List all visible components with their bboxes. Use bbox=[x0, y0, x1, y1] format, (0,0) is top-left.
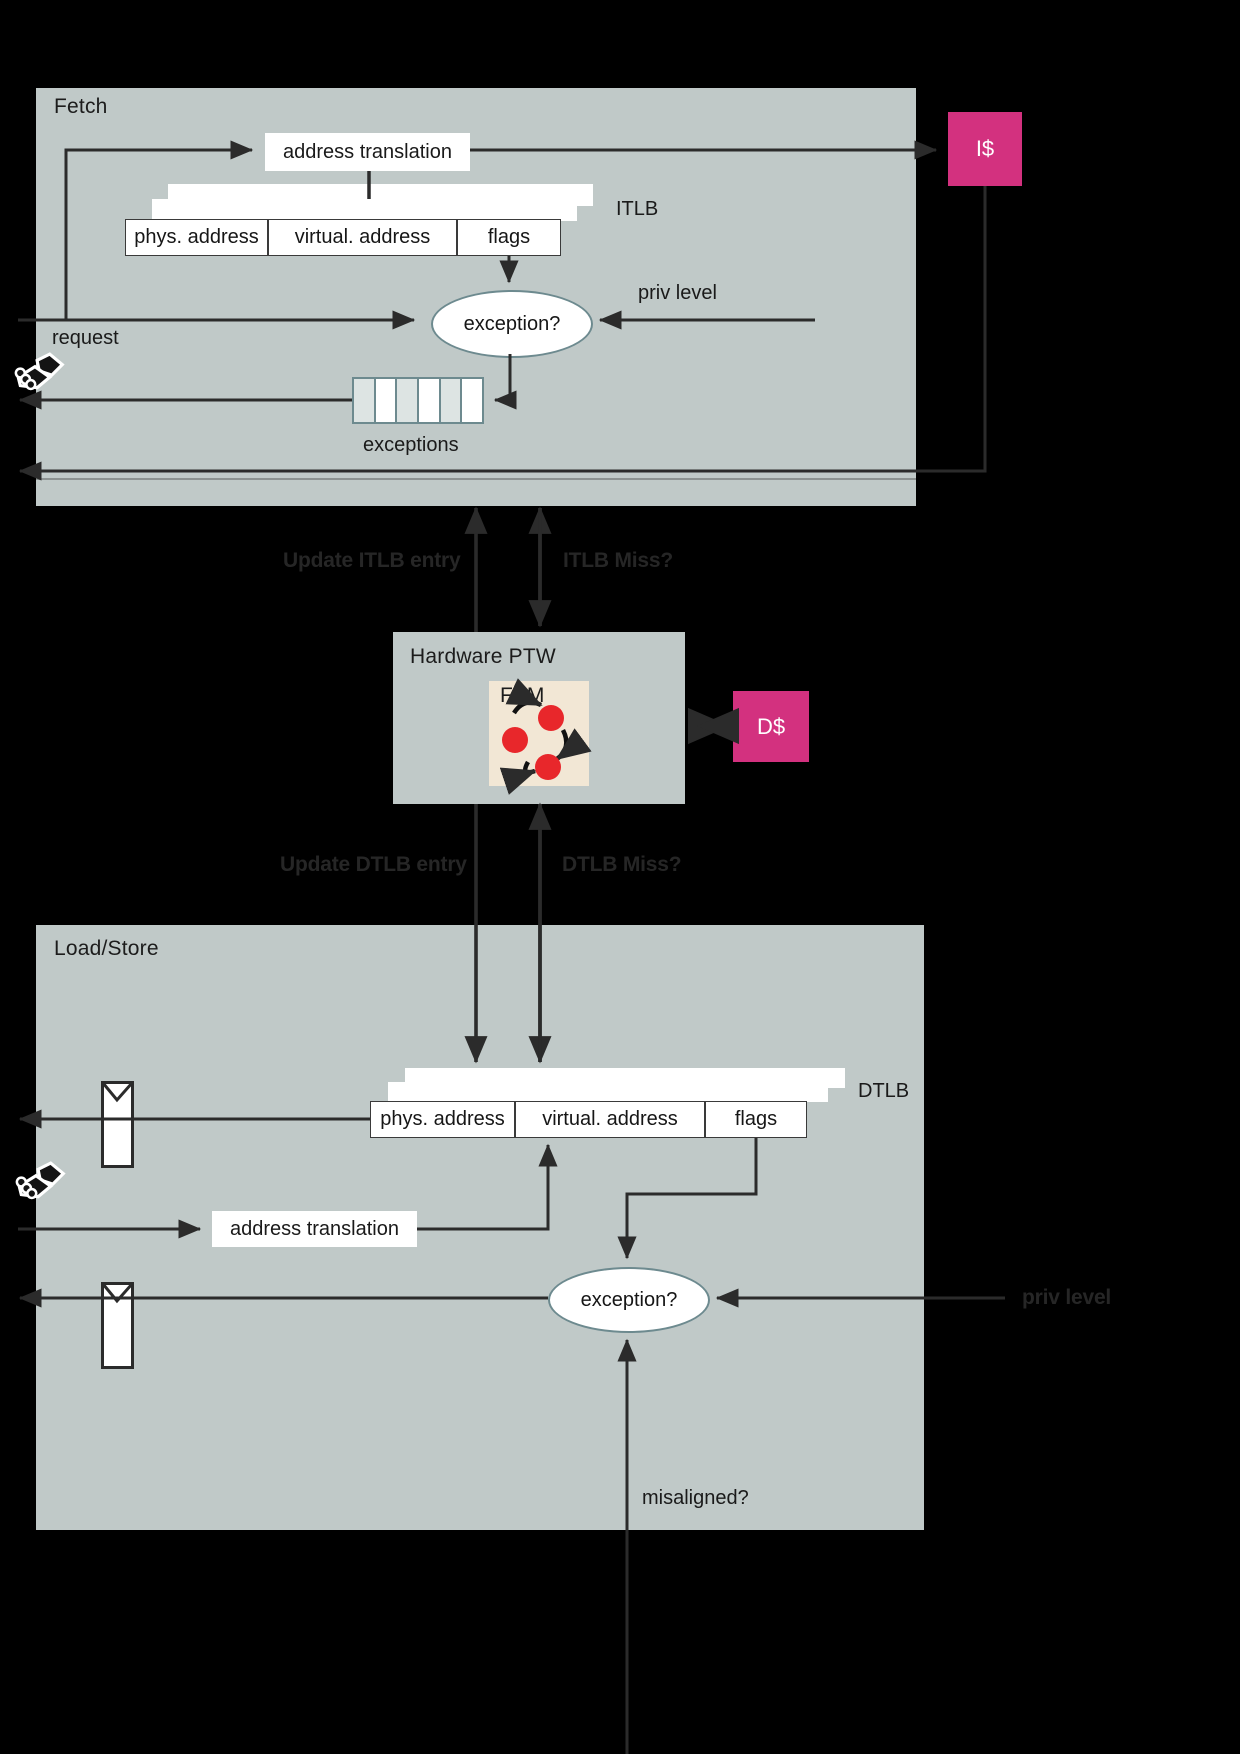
fetch-bottom-bus-divider bbox=[36, 478, 916, 480]
update-dtlb-entry-label: Update DTLB entry bbox=[280, 853, 467, 876]
exception-queue-cell bbox=[440, 379, 463, 422]
fetch-panel-title: Fetch bbox=[54, 95, 108, 118]
fetch-exceptions-queue bbox=[352, 377, 484, 424]
dtlb-miss-label: DTLB Miss? bbox=[562, 853, 682, 876]
loadstore-priv-level-label: priv level bbox=[1022, 1286, 1112, 1309]
loadstore-register-lower bbox=[101, 1282, 134, 1369]
loadstore-address-translation-box: address translation bbox=[212, 1211, 417, 1247]
exception-queue-cell bbox=[397, 379, 420, 422]
dtlb-sheet-mid bbox=[388, 1082, 828, 1102]
dtlb-label: DTLB bbox=[858, 1080, 910, 1102]
exception-queue-cell bbox=[376, 379, 398, 422]
dtlb-field-virtual-address: virtual. address bbox=[515, 1101, 705, 1138]
fetch-exceptions-queue-label: exceptions bbox=[363, 434, 459, 456]
fetch-request-label: request bbox=[52, 327, 119, 349]
itlb-label: ITLB bbox=[616, 198, 659, 220]
exception-queue-cell bbox=[354, 379, 376, 422]
icache-box: I$ bbox=[948, 112, 1022, 186]
itlb-field-virtual-address: virtual. address bbox=[268, 219, 457, 256]
dtlb-field-phys-address: phys. address bbox=[370, 1101, 515, 1138]
fsm-label: FSM bbox=[500, 684, 545, 707]
update-itlb-entry-label: Update ITLB entry bbox=[283, 549, 461, 572]
itlb-field-flags: flags bbox=[457, 219, 561, 256]
fetch-address-translation-box: address translation bbox=[265, 133, 470, 171]
exception-queue-cell bbox=[419, 379, 441, 422]
itlb-field-phys-address: phys. address bbox=[125, 219, 268, 256]
fetch-exception-node: exception? bbox=[431, 290, 593, 358]
loadstore-misaligned-label: misaligned? bbox=[642, 1487, 749, 1509]
dcache-box: D$ bbox=[733, 691, 809, 762]
loadstore-exception-node: exception? bbox=[548, 1267, 710, 1333]
diagram-canvas: Fetch address translation phys. address … bbox=[0, 0, 1240, 1754]
loadstore-register-upper bbox=[101, 1081, 134, 1168]
itlb-miss-label: ITLB Miss? bbox=[563, 549, 674, 572]
itlb-sheet-mid bbox=[152, 199, 577, 221]
loadstore-panel-title: Load/Store bbox=[54, 937, 159, 960]
fetch-priv-level-label: priv level bbox=[638, 282, 717, 304]
exception-queue-cell bbox=[462, 379, 482, 422]
dtlb-field-flags: flags bbox=[705, 1101, 807, 1138]
hardware-ptw-title: Hardware PTW bbox=[410, 645, 556, 668]
loadstore-panel bbox=[36, 925, 924, 1530]
